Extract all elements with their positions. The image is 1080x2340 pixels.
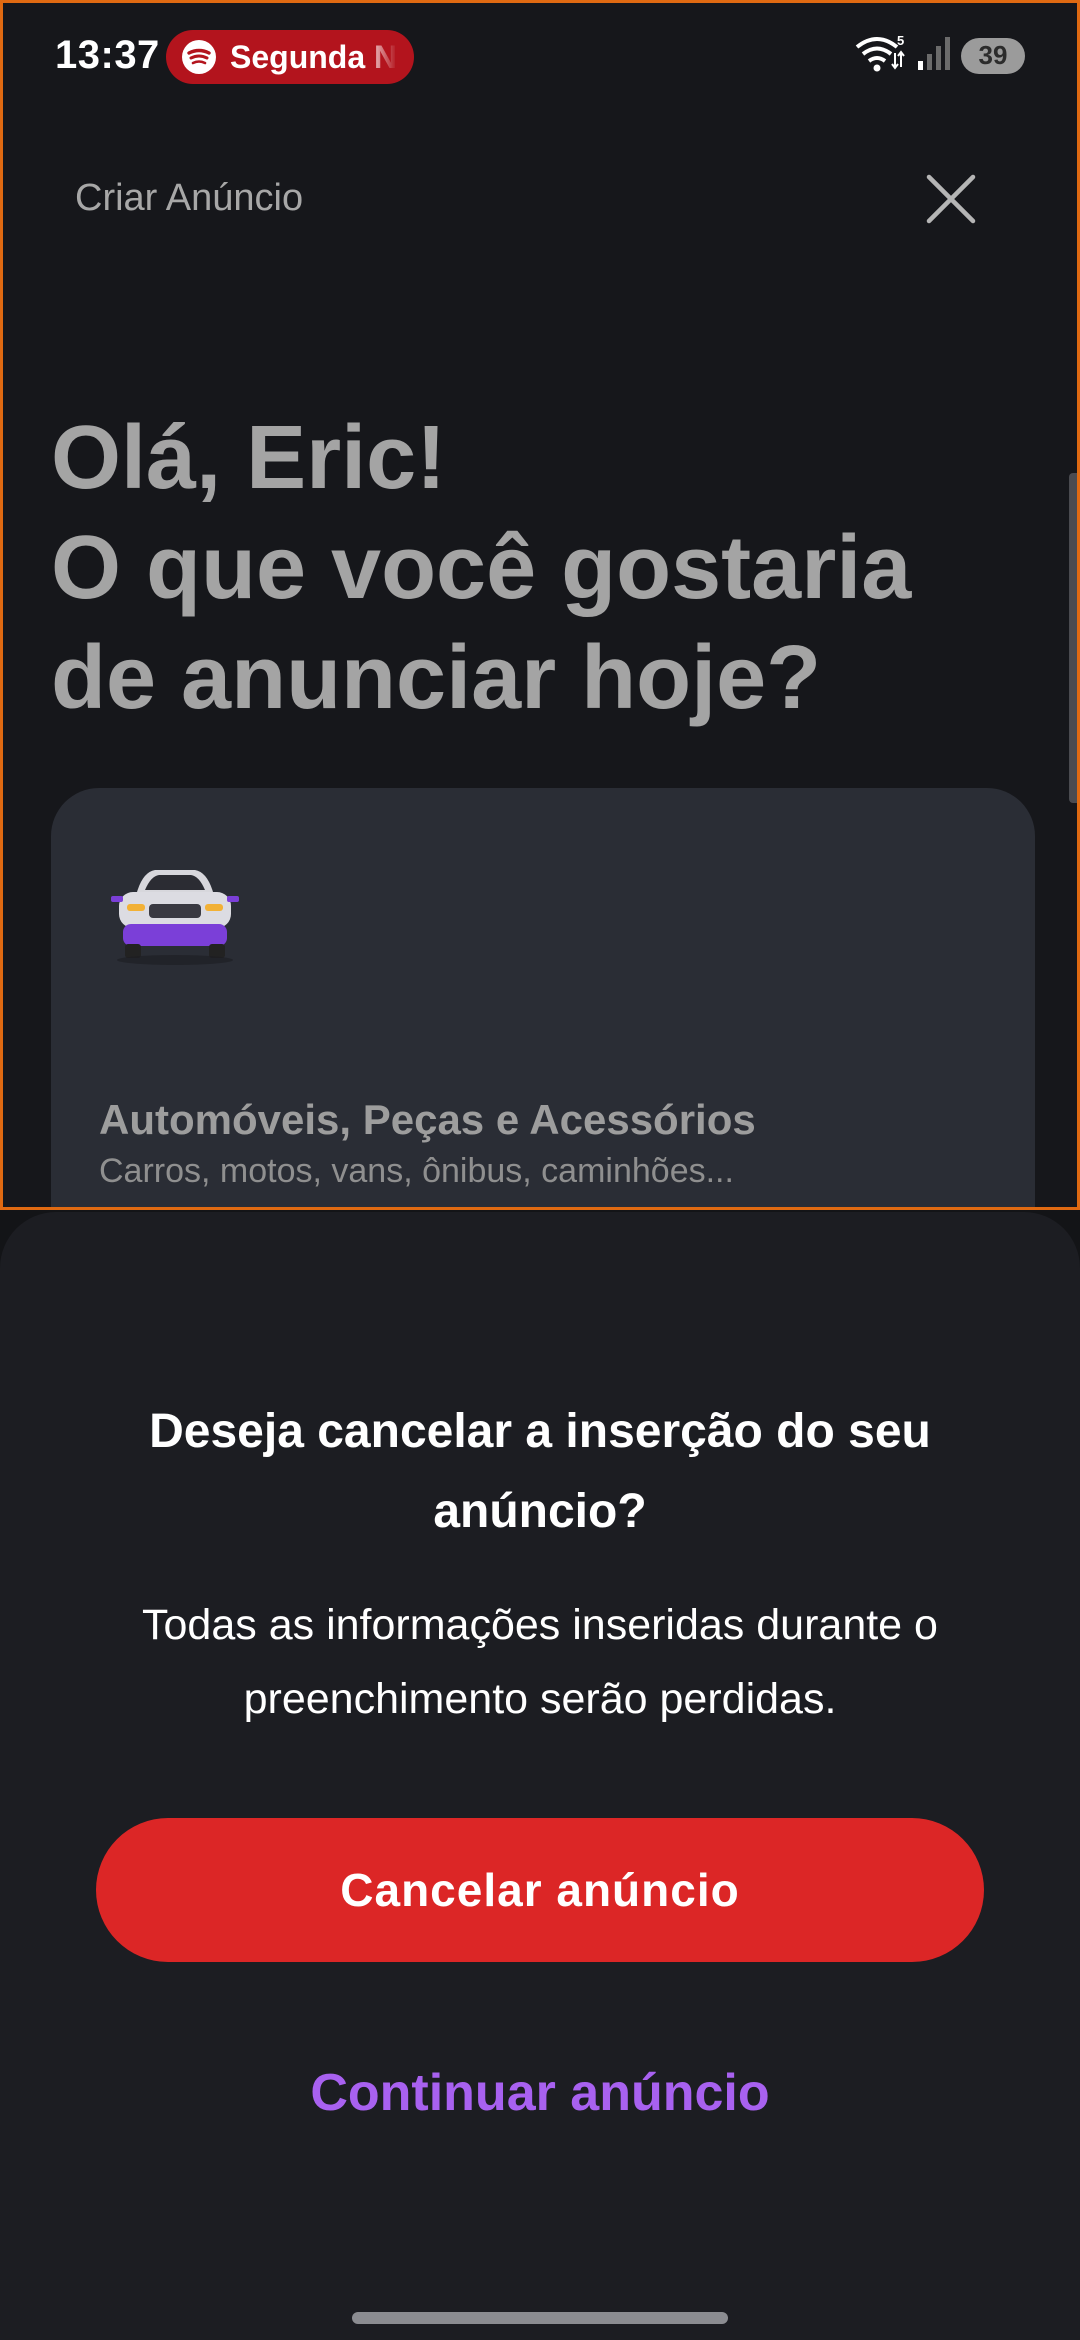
background-screen: 13:37 Segunda N 5 39 Criar Anúncio Olá, … bbox=[0, 0, 1080, 1210]
status-time: 13:37 bbox=[55, 33, 160, 77]
cellular-signal-icon bbox=[917, 35, 951, 76]
status-bar: 13:37 Segunda N 5 39 bbox=[3, 3, 1077, 113]
car-icon bbox=[109, 858, 239, 968]
greeting-heading: Olá, Eric! O que você gostaria de anunci… bbox=[51, 403, 1031, 733]
continue-ad-button[interactable]: Continuar anúncio bbox=[96, 2048, 984, 2138]
close-button[interactable] bbox=[919, 167, 983, 231]
header-title: Criar Anúncio bbox=[75, 177, 304, 219]
greeting-line: O que você gostaria bbox=[51, 518, 912, 618]
status-icons: 5 39 bbox=[855, 33, 1025, 78]
media-title: Segunda N bbox=[230, 38, 398, 75]
dialog-description: Todas as informações inseridas durante o… bbox=[142, 1601, 938, 1723]
cancel-dialog-sheet: Deseja cancelar a inserção do seu anúnci… bbox=[0, 1212, 1080, 2340]
close-icon bbox=[926, 174, 976, 224]
category-subtitle: Carros, motos, vans, ônibus, caminhões..… bbox=[99, 1152, 734, 1190]
spotify-icon bbox=[182, 40, 216, 74]
category-card-automoveis[interactable]: Automóveis, Peças e Acessórios Carros, m… bbox=[51, 788, 1035, 1207]
media-indicator-pill[interactable]: Segunda N bbox=[166, 30, 414, 84]
greeting-line: Olá, Eric! bbox=[51, 408, 447, 508]
battery-indicator: 39 bbox=[961, 37, 1025, 74]
network-label: 5 bbox=[897, 33, 904, 48]
scrollbar[interactable] bbox=[1069, 473, 1077, 803]
category-title: Automóveis, Peças e Acessórios bbox=[99, 1096, 756, 1143]
home-indicator[interactable] bbox=[352, 2312, 728, 2324]
dialog-title: Deseja cancelar a inserção do seu anúnci… bbox=[149, 1405, 931, 1538]
greeting-line: de anunciar hoje? bbox=[51, 628, 822, 728]
wifi-icon: 5 bbox=[855, 33, 907, 78]
cancel-ad-button[interactable]: Cancelar anúncio bbox=[96, 1818, 984, 1962]
